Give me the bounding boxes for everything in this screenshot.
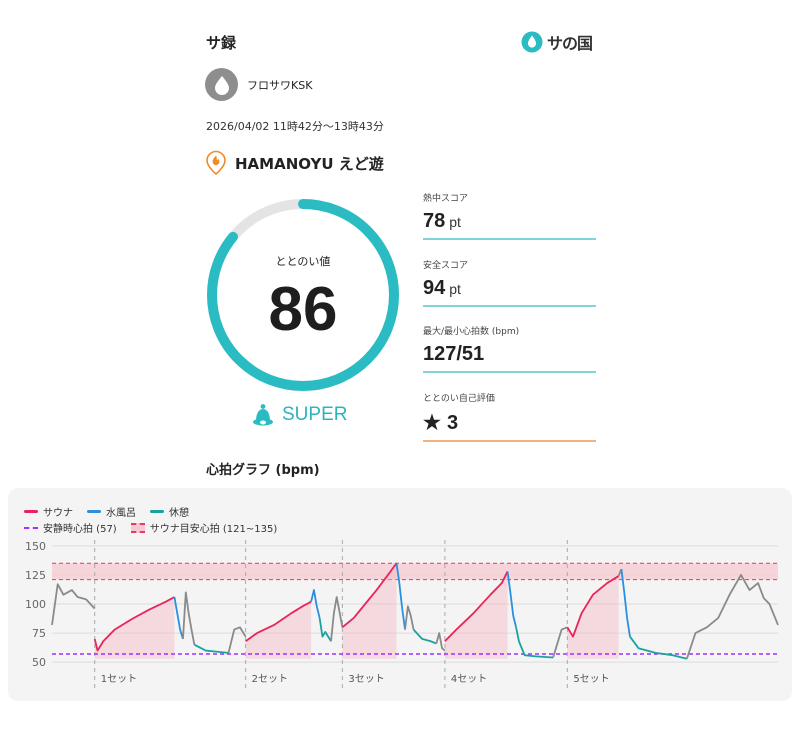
hr-line-rest xyxy=(318,617,332,642)
stat-value: 127/51 xyxy=(423,343,596,366)
location-pin-icon xyxy=(206,150,226,176)
sauna-area xyxy=(245,601,312,659)
water-drop-icon xyxy=(521,31,543,53)
set-label: 5セット xyxy=(573,673,609,685)
totonoi-label: ととのい値 xyxy=(275,255,331,268)
facility-name[interactable]: HAMANOYU えど遊 xyxy=(235,153,384,174)
graph-title: 心拍グラフ (bpm) xyxy=(206,463,320,478)
stat-self-rating: ととのい自己評価 ★ 3 xyxy=(423,391,596,442)
stat-label: 安全スコア xyxy=(423,261,469,271)
y-tick-label: 150 xyxy=(25,540,46,553)
y-tick-label: 75 xyxy=(32,627,46,640)
stat-unit: pt xyxy=(449,214,461,230)
hr-line-other xyxy=(182,591,196,645)
stat-value: 78 pt xyxy=(423,210,596,233)
stat-label: 熱中スコア xyxy=(423,194,469,204)
stat-divider xyxy=(423,371,596,373)
brand-logo: サの国 xyxy=(521,30,593,54)
heart-rate-graph-panel: サウナ 水風呂 休憩 安静時心拍 (57) サウナ目安心拍 (121~135) … xyxy=(8,488,792,701)
user-row[interactable]: フロサワKSK xyxy=(205,68,312,101)
stat-number: 3 xyxy=(446,412,459,434)
set-label: 4セット xyxy=(451,673,487,685)
set-label: 1セット xyxy=(101,673,137,685)
y-tick-label: 100 xyxy=(25,598,46,611)
page-title: サ録 xyxy=(206,34,237,52)
hr-line-rest xyxy=(193,643,229,654)
y-tick-label: 50 xyxy=(32,656,46,669)
droplet-avatar-icon xyxy=(214,75,229,95)
hr-line-other xyxy=(686,574,779,659)
stat-value: ★ 3 xyxy=(423,410,596,435)
user-name[interactable]: フロサワKSK xyxy=(247,77,312,93)
star-icon: ★ xyxy=(423,412,441,434)
heart-rate-chart: 50 75 100 125 150 1セット 2セット 3セット 4セット 5セット xyxy=(25,540,779,688)
totonoi-value: 86 xyxy=(268,275,338,344)
rank-label: SUPER xyxy=(282,404,348,425)
hr-line-other xyxy=(435,632,446,652)
hr-line-other xyxy=(552,626,568,658)
stat-heat-score: 熱中スコア 78 pt xyxy=(423,191,596,240)
facility-row[interactable]: HAMANOYU えど遊 xyxy=(205,150,384,176)
sauna-area xyxy=(444,571,508,659)
hr-line-rest xyxy=(629,636,688,660)
set-label: 2セット xyxy=(252,673,288,685)
stat-value: 94 pt xyxy=(423,277,596,300)
target-band xyxy=(52,563,778,580)
sauna-hat-icon xyxy=(253,404,273,426)
stat-divider xyxy=(423,238,596,240)
set-label: 3セット xyxy=(348,673,384,685)
stat-unit: pt xyxy=(449,281,461,297)
hr-line-other xyxy=(51,583,96,626)
stat-number: 78 xyxy=(423,210,446,232)
sauna-area xyxy=(567,576,619,659)
stat-safety-score: 安全スコア 94 pt xyxy=(423,258,596,307)
rank-badge: SUPER xyxy=(252,403,347,427)
stat-divider xyxy=(423,305,596,307)
hr-line-rest xyxy=(515,627,554,659)
session-datetime: 2026/04/02 11時42分〜13時43分 xyxy=(206,120,384,133)
hr-line-rest xyxy=(412,628,437,645)
brand-name: サの国 xyxy=(547,34,593,53)
avatar[interactable] xyxy=(205,68,238,101)
sauna-area xyxy=(94,597,175,659)
stat-label: ととのい自己評価 xyxy=(423,394,495,404)
y-tick-label: 125 xyxy=(25,569,46,582)
stat-number: 94 xyxy=(423,277,446,299)
stat-divider xyxy=(423,440,596,442)
hr-line-other xyxy=(404,605,415,630)
stat-heart-rate: 最大/最小心拍数 (bpm) 127/51 xyxy=(423,324,596,373)
stat-number: 127/51 xyxy=(423,343,485,365)
stat-label: 最大/最小心拍数 (bpm) xyxy=(423,327,520,337)
hr-line-other xyxy=(227,626,247,654)
